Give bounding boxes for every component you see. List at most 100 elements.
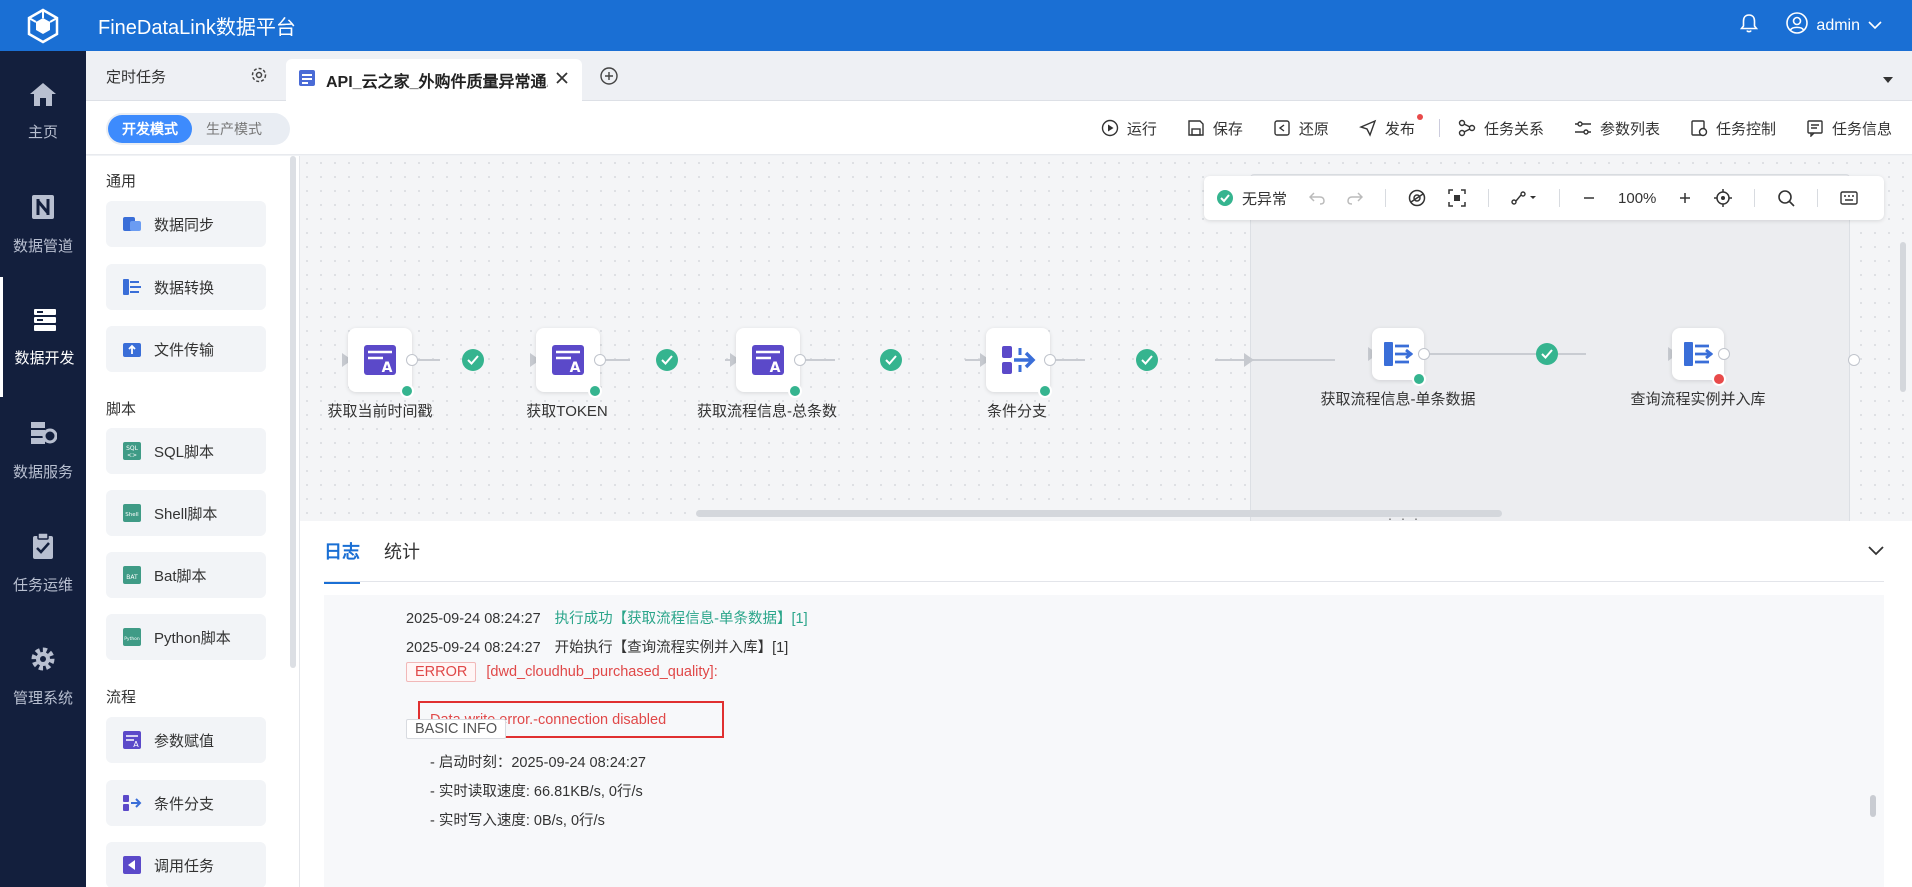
log-success-message: 执行成功【获取流程信息-单条数据】[1] [554,611,808,627]
restore-button[interactable]: 还原 [1273,118,1329,139]
node-get-flow-count[interactable]: A [736,328,802,398]
shell-icon: Shell [123,504,141,522]
publish-button[interactable]: 发布 [1358,113,1423,139]
log-output[interactable]: 2025-09-24 08:24:27 执行成功【获取流程信息-单条数据】[1] … [324,595,1884,887]
collapse-chevron-icon[interactable] [1868,543,1884,561]
component-python-script[interactable]: Python Python脚本 [106,614,266,660]
task-relations-button[interactable]: 任务关系 [1458,118,1544,139]
bat-icon: BAT [123,566,141,584]
ops-icon [33,531,53,559]
component-file-transfer[interactable]: 文件传输 [106,326,266,372]
container-output-port[interactable] [1848,354,1860,366]
svg-text:Python: Python [124,636,140,642]
validation-status[interactable]: 无异常 [1216,188,1287,209]
nav-item-pipeline[interactable]: 数据管道 [0,164,86,284]
node-label: 获取TOKEN [526,403,608,420]
nav-item-home[interactable]: 主页 [0,51,86,171]
component-condition-branch[interactable]: 条件分支 [106,780,266,826]
node-query-and-load[interactable] [1672,328,1726,386]
params-label: 参数列表 [1599,120,1660,138]
canvas-vertical-scrollbar[interactable] [1900,242,1906,392]
canvas-toolbar-divider [1559,189,1561,207]
node-condition-branch[interactable] [986,328,1052,398]
node-label: 获取流程信息-总条数 [697,403,837,420]
canvas-horizontal-scrollbar[interactable] [696,510,1502,517]
settings-gear-icon[interactable] [250,66,268,88]
flow-edge[interactable] [1426,353,1586,355]
success-status-dot [1038,384,1052,398]
save-button[interactable]: 保存 [1187,118,1243,139]
flow-canvas[interactable]: 无异常 100% A 获取当前时间戳 A 获取TOKEN A 获取流程信息-总条… [300,156,1912,521]
nav-item-admin[interactable]: 管理系统 [0,616,86,736]
add-tab-icon[interactable] [600,67,618,90]
flow-edge[interactable] [1215,359,1335,361]
panel-scrollbar[interactable] [290,156,296,668]
param-list-button[interactable]: 参数列表 [1574,118,1660,139]
tab-dropdown-icon[interactable] [1882,71,1894,89]
sliders-icon [1574,121,1591,135]
component-data-transform[interactable]: 数据转换 [106,264,266,310]
run-button[interactable]: 运行 [1101,118,1157,139]
undo-icon[interactable] [1309,191,1325,205]
log-message: 开始执行【查询流程实例并入库】[1] [554,640,789,656]
layout-icon[interactable] [1511,190,1537,206]
node-get-token[interactable]: A [536,328,602,398]
output-port[interactable] [1044,354,1056,366]
svg-text:Shell: Shell [125,512,139,518]
tab-label: API_云之家_外购件质量异常通... [326,74,548,91]
log-timestamp: 2025-09-24 08:24:27 [406,640,541,656]
output-port[interactable] [594,354,606,366]
save-label: 保存 [1212,120,1243,138]
data-transform-icon [1384,342,1413,366]
zoom-in-icon[interactable] [1678,191,1692,205]
component-param-assign[interactable]: A 参数赋值 [106,717,266,763]
output-port[interactable] [1718,348,1730,360]
user-menu[interactable]: admin [1786,12,1882,39]
data-transform-icon [123,279,141,295]
control-label: 任务控制 [1715,120,1776,138]
tab-scheduled-tasks[interactable]: 定时任务 [86,51,282,101]
component-bat-script[interactable]: BAT Bat脚本 [106,552,266,598]
nav-item-service[interactable]: 数据服务 [0,390,86,510]
component-shell-script[interactable]: Shell Shell脚本 [106,490,266,536]
zoom-out-icon[interactable] [1582,191,1596,205]
dev-icon [33,308,56,331]
success-status-dot [588,384,602,398]
node-get-flow-single[interactable] [1372,328,1426,386]
nav-item-ops[interactable]: 任务运维 [0,503,86,623]
dev-mode-button[interactable]: 开发模式 [108,115,192,143]
log-scrollbar[interactable] [1870,795,1876,817]
output-port[interactable] [794,354,806,366]
basic-info-badge: BASIC INFO [406,719,507,739]
output-port[interactable] [1418,348,1430,360]
component-label: 数据同步 [154,216,215,234]
close-icon[interactable] [554,70,570,91]
edge-success-check-icon [1536,343,1558,365]
condition-branch-icon [1002,346,1036,374]
tab-log[interactable]: 日志 [324,538,360,584]
locate-icon[interactable] [1714,189,1733,207]
bell-icon[interactable] [1740,13,1759,38]
log-line: - 实时写入速度: 0B/s, 0行/s [430,813,605,829]
redo-icon[interactable] [1347,191,1364,205]
component-data-sync[interactable]: 数据同步 [106,201,266,247]
task-control-button[interactable]: 任务控制 [1690,118,1776,139]
component-sql-script[interactable]: SQL <> SQL脚本 [106,428,266,474]
node-get-timestamp[interactable]: A [348,328,414,398]
main-nav: 主页 数据管道 数据开发 数据服务 任务运维 管理系统 [0,51,86,887]
component-call-task[interactable]: 调用任务 [106,842,266,887]
nav-item-dev[interactable]: 数据开发 [0,277,86,397]
app-logo-icon[interactable] [0,0,86,51]
eye-icon[interactable] [1408,189,1426,207]
output-port[interactable] [406,354,418,366]
tab-active-task[interactable]: API_云之家_外购件质量异常通... [286,59,582,101]
fit-view-icon[interactable] [1448,189,1466,207]
restore-icon [1274,120,1290,136]
svg-text:A: A [770,360,781,376]
tab-stats[interactable]: 统计 [384,538,420,564]
prod-mode-button[interactable]: 生产模式 [192,115,276,143]
keyboard-icon[interactable] [1840,191,1859,205]
node-label: 获取当前时间戳 [327,403,433,420]
task-info-button[interactable]: 任务信息 [1806,118,1892,139]
search-icon[interactable] [1777,189,1795,207]
